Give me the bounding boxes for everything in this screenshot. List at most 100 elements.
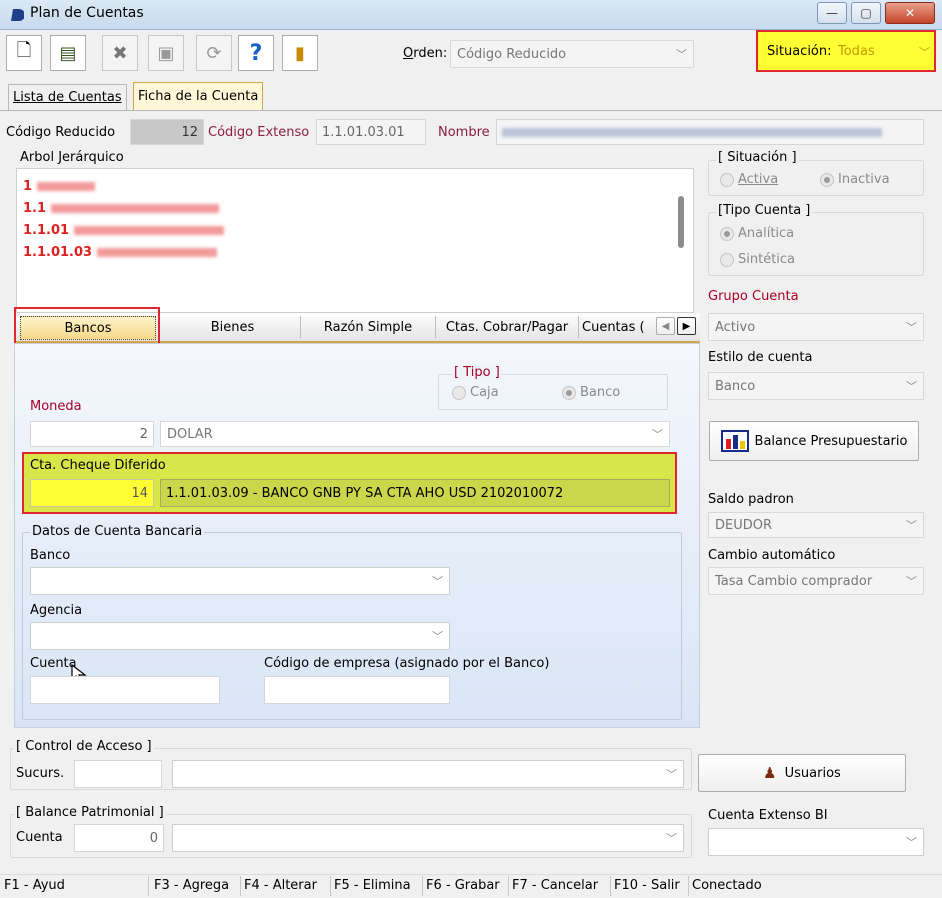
redacted-text	[36, 182, 95, 191]
account-tree[interactable]: 1 1.1 1.1.01 1.1.01.03	[16, 168, 694, 313]
tree-item[interactable]: 1.1	[23, 201, 219, 216]
radio-icon	[720, 172, 734, 187]
status-separator	[330, 876, 331, 896]
refresh-icon: ⟳	[206, 42, 222, 64]
moneda-select[interactable]: DOLAR ﹀	[160, 421, 670, 447]
subtab-razon-simple[interactable]: Razón Simple	[301, 313, 435, 341]
tree-item[interactable]: 1	[23, 179, 95, 194]
status-separator	[240, 876, 241, 896]
cuenta-extenso-bi-select[interactable]: ﹀	[708, 828, 924, 856]
tree-item-code: 1.1	[23, 201, 47, 216]
banco-radio[interactable]: Banco	[562, 385, 620, 400]
cuenta-extenso-bi-label: Cuenta Extenso BI	[708, 808, 828, 823]
subtab-ctas-label: Ctas. Cobrar/Pagar	[445, 319, 569, 335]
control-acceso-title: [ Control de Acceso ]	[14, 739, 154, 754]
grupo-cuenta-select[interactable]: Activo ﹀	[708, 313, 924, 341]
status-f1: F1 - Ayud	[4, 878, 65, 893]
codigo-empresa-field[interactable]	[264, 676, 450, 704]
codigo-reducido-field[interactable]: 12	[130, 119, 204, 145]
cheque-diferido-account-field[interactable]: 1.1.01.03.09 - BANCO GNB PY SA CTA AHO U…	[160, 479, 670, 507]
codigo-extenso-label: Código Extenso	[208, 125, 310, 140]
tree-scrollbar-thumb[interactable]	[678, 196, 684, 248]
cuenta-bancaria-field[interactable]	[30, 676, 220, 704]
situacion-group-title: [ Situación ]	[716, 150, 799, 165]
tipo-cuenta-group-title: [Tipo Cuenta ]	[716, 203, 813, 218]
cambio-automatico-select[interactable]: Tasa Cambio comprador ﹀	[708, 567, 924, 595]
copy-record-button[interactable]: ▤	[50, 35, 86, 71]
help-button[interactable]: ?	[238, 35, 274, 71]
chevron-down-icon: ﹀	[666, 768, 677, 781]
subtab-cuentas[interactable]: Cuentas (	[582, 313, 654, 341]
tree-item[interactable]: 1.1.01.03	[23, 245, 217, 260]
chevron-down-icon: ﹀	[676, 48, 687, 61]
estilo-cuenta-select[interactable]: Banco ﹀	[708, 372, 924, 400]
saldo-padron-select[interactable]: DEUDOR ﹀	[708, 512, 924, 538]
chevron-down-icon: ﹀	[906, 519, 917, 532]
exit-button[interactable]: ▮	[282, 35, 318, 71]
orden-value: Código Reducido	[457, 46, 567, 62]
cheque-diferido-label: Cta. Cheque Diferido	[30, 458, 166, 473]
balance-cuenta-code-field[interactable]: 0	[74, 824, 164, 852]
tipo-group-title: [ Tipo ]	[452, 365, 502, 380]
user-icon: ♟	[763, 764, 777, 782]
cambio-automatico-label: Cambio automático	[708, 548, 836, 563]
save-record-button[interactable]: ▣	[148, 35, 184, 71]
orden-select[interactable]: Código Reducido ﹀	[450, 40, 694, 68]
nombre-field[interactable]	[496, 119, 924, 145]
refresh-button[interactable]: ⟳	[196, 35, 232, 71]
close-button[interactable]: ✕	[885, 2, 935, 24]
arbol-jerarquico-label: Arbol Jerárquico	[20, 150, 124, 165]
subtab-cuentas-label: Cuentas (	[582, 319, 645, 335]
new-record-button[interactable]: 🗋	[6, 35, 42, 71]
orden-label: Orden:	[403, 46, 448, 61]
tab-ficha-label: Ficha de la Cuenta	[138, 89, 259, 104]
subtab-scroll-right-button[interactable]: ▶	[677, 317, 696, 335]
subtab-scroll-left-button[interactable]: ◀	[656, 317, 675, 335]
tree-item[interactable]: 1.1.01	[23, 223, 224, 238]
codigo-extenso-field[interactable]: 1.1.01.03.01	[316, 119, 426, 145]
tab-lista-label: Lista de Cuentas	[13, 90, 122, 105]
status-f10: F10 - Salir	[614, 878, 680, 893]
subtab-bienes-label: Bienes	[210, 319, 255, 335]
subtab-bienes[interactable]: Bienes	[165, 313, 300, 341]
minimize-button[interactable]: —	[817, 2, 847, 24]
usuarios-button[interactable]: ♟ Usuarios	[698, 754, 906, 792]
banco-select[interactable]: ﹀	[30, 567, 450, 595]
balance-cuenta-select[interactable]: ﹀	[172, 824, 684, 852]
sucursal-code-field[interactable]	[74, 760, 162, 788]
agencia-select[interactable]: ﹀	[30, 622, 450, 650]
cheque-diferido-code-field[interactable]: 14	[30, 479, 154, 507]
activa-radio[interactable]: Activa	[720, 172, 778, 187]
maximize-button[interactable]: ▢	[851, 2, 881, 24]
radio-icon	[720, 252, 734, 267]
situacion-filter-select[interactable]: Todas ﹀	[838, 44, 930, 60]
analitica-label: Analítica	[738, 226, 795, 241]
saldo-padron-label: Saldo padron	[708, 492, 794, 507]
status-separator	[610, 876, 611, 896]
inactiva-radio[interactable]: Inactiva	[820, 172, 890, 187]
tab-ficha-de-la-cuenta[interactable]: Ficha de la Cuenta	[133, 82, 264, 110]
sintetica-radio[interactable]: Sintética	[720, 252, 795, 267]
tab-divider	[0, 110, 942, 111]
moneda-label: Moneda	[30, 399, 82, 414]
chevron-down-icon: ﹀	[906, 321, 917, 334]
grupo-cuenta-label: Grupo Cuenta	[708, 289, 799, 304]
codigo-reducido-label: Código Reducido	[6, 125, 116, 140]
delete-record-button[interactable]: ✖	[102, 35, 138, 71]
sintetica-label: Sintética	[738, 252, 796, 267]
caja-radio[interactable]: Caja	[452, 385, 499, 400]
chevron-left-icon: ◀	[661, 320, 670, 332]
moneda-code-field[interactable]: 2	[30, 421, 154, 447]
agencia-label: Agencia	[30, 603, 83, 618]
sucursal-label: Sucurs.	[16, 766, 65, 781]
sucursal-select[interactable]: ﹀	[172, 760, 684, 788]
subtab-ctas-cobrar-pagar[interactable]: Ctas. Cobrar/Pagar	[436, 313, 578, 341]
tab-lista-de-cuentas[interactable]: Lista de Cuentas	[8, 84, 127, 110]
radio-selected-icon	[820, 172, 834, 187]
caja-label: Caja	[470, 385, 499, 400]
radio-icon	[452, 385, 466, 400]
status-separator	[508, 876, 509, 896]
analitica-radio[interactable]: Analítica	[720, 226, 794, 241]
balance-presupuestario-button[interactable]: Balance Presupuestario	[709, 421, 919, 461]
subtab-razon-simple-label: Razón Simple	[323, 319, 413, 335]
